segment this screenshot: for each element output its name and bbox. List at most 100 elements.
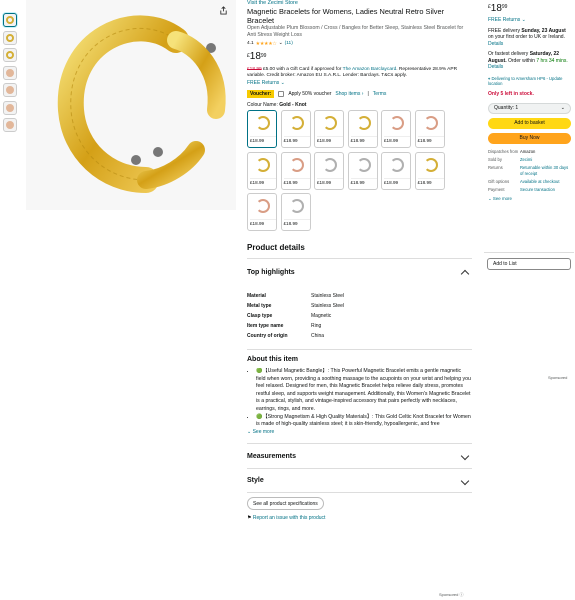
- thumbnail[interactable]: [3, 65, 17, 80]
- about-see-more[interactable]: ⌄ See more: [247, 429, 472, 435]
- buy-box: £ 18 99 FREE Returns ⌄ FREE delivery Sun…: [484, 0, 574, 282]
- buybox-returns-link[interactable]: FREE Returns ⌄: [488, 17, 572, 24]
- meta-value[interactable]: Returnable within 30 days of receipt: [520, 165, 572, 176]
- main-product-image[interactable]: [26, 0, 236, 210]
- product-subtitle: Open Adjustable Plum Blossom / Cross / B…: [247, 25, 464, 38]
- bracelet-image: [57, 15, 226, 193]
- bracelet-thumbnail: [289, 116, 304, 131]
- swatch-price: £18.99: [384, 136, 410, 143]
- flag-icon: ⚑: [247, 515, 252, 521]
- spec-value: Ring: [311, 323, 322, 329]
- meta-row: Payment Secure transaction: [488, 187, 572, 192]
- chevron-down-icon: ⌄: [488, 195, 492, 201]
- colour-swatch[interactable]: £18.99: [280, 151, 311, 190]
- colour-swatch[interactable]: £18.99: [247, 193, 277, 232]
- swatch-price: £18.99: [283, 177, 310, 185]
- thumbnail[interactable]: [3, 83, 17, 97]
- thumbnail[interactable]: [3, 13, 17, 27]
- chevron-down-icon: ⌄: [521, 17, 526, 23]
- colour-swatch[interactable]: £18.99: [247, 151, 277, 190]
- spec-key: Item type name: [247, 323, 284, 329]
- meta-key: Returns: [488, 165, 503, 171]
- buybox-price: £ 18 99: [488, 3, 574, 14]
- bracelet-thumbnail: [390, 116, 404, 131]
- spec-row: Material Stainless Steel: [247, 291, 472, 301]
- buy-now-button[interactable]: Buy Now: [488, 132, 571, 144]
- voucher-shop-items-link[interactable]: Shop items ›: [335, 91, 363, 97]
- colour-swatch[interactable]: £18.99: [381, 110, 411, 149]
- bracelet-thumbnail: [390, 157, 404, 172]
- add-to-basket-button[interactable]: Add to basket: [488, 117, 571, 129]
- chevron-down-icon: [460, 476, 470, 485]
- sponsored-text: Sponsored: [439, 592, 459, 597]
- rating-value: 4.1: [247, 41, 254, 47]
- spec-table: Material Stainless Steel Metal type Stainle…: [247, 291, 472, 341]
- delivery-location[interactable]: ⌖ Delivering to Amersham HP6 - Update lo…: [488, 76, 572, 87]
- thumbnail[interactable]: [3, 100, 17, 115]
- promo-text: £5.00 with a Gift Card if approved for: [263, 66, 342, 72]
- swatch-price: £18.99: [417, 177, 444, 185]
- report-issue-link[interactable]: Report an issue with this product: [253, 515, 326, 521]
- buybox-see-more[interactable]: ⌄ See more: [488, 196, 572, 203]
- colour-swatch[interactable]: £18.99: [314, 151, 344, 190]
- swatch-price: £18.99: [350, 177, 377, 185]
- location-text: Delivering to Amersham HP6 - Update loca…: [488, 75, 563, 86]
- rating-count[interactable]: (11): [285, 41, 293, 46]
- share-icon[interactable]: [219, 6, 228, 15]
- store-link[interactable]: Visit the Zecimi Store: [247, 0, 472, 7]
- swatch-price: £18.99: [350, 136, 377, 143]
- colour-label: Colour Name: Gold - Knot: [247, 102, 472, 108]
- chevron-down-icon: ⌄: [247, 429, 252, 435]
- about-bullet: 🟢【Useful Magnetic Bangle】: This Powerful…: [256, 368, 472, 414]
- bracelet-thumbnail: [256, 199, 270, 214]
- voucher-terms-link[interactable]: Terms: [373, 91, 387, 97]
- colour-swatch[interactable]: £18.99: [280, 110, 311, 149]
- bracelet-thumbnail: [289, 157, 304, 172]
- colour-swatch[interactable]: £18.99: [414, 151, 445, 190]
- meta-value[interactable]: Secure transaction: [520, 187, 572, 192]
- all-specs-button[interactable]: See all product specifications: [247, 497, 324, 510]
- credit-promo: £18.99 £5.00 with a Gift Card if approve…: [247, 67, 472, 80]
- spec-key: Material: [247, 293, 266, 299]
- thumbnail[interactable]: [3, 30, 17, 45]
- style-toggle[interactable]: Style: [247, 469, 472, 493]
- chevron-down-icon: ⌄: [560, 105, 565, 112]
- add-to-list-button[interactable]: Add to List: [487, 258, 571, 270]
- delivery-details-link[interactable]: Details: [488, 41, 503, 47]
- fastest-mid: Order within: [508, 57, 535, 64]
- buybox-price-fraction: 99: [501, 4, 508, 10]
- top-highlights-toggle[interactable]: Top highlights: [247, 259, 472, 285]
- thumbnail[interactable]: [3, 48, 17, 62]
- colour-swatch[interactable]: £18.99: [381, 151, 411, 190]
- meta-value[interactable]: Available at checkout: [520, 179, 572, 184]
- fastest-delivery: Or fastest delivery Saturday, 22 August.…: [488, 51, 572, 71]
- quantity-select[interactable]: Quantity: 1 ⌄: [488, 102, 571, 114]
- rating[interactable]: 4.1 ★★★★☆ ⌄ (11): [247, 41, 472, 47]
- price: £ 18 99: [247, 51, 472, 62]
- colour-swatch[interactable]: £18.99: [280, 193, 311, 232]
- meta-value[interactable]: Zecimi: [520, 157, 572, 162]
- barclaycard-link[interactable]: The Amazon Barclaycard: [343, 67, 397, 72]
- swatch-price: £18.99: [283, 219, 310, 226]
- delivery-day: Sunday, 23 August: [521, 27, 566, 34]
- colour-swatch[interactable]: £18.99: [347, 110, 378, 149]
- colour-swatch[interactable]: £18.99: [347, 151, 378, 190]
- price-fraction: 99: [260, 52, 267, 59]
- voucher-text: Apply 50% voucher: [288, 91, 332, 98]
- product-details-heading: Product details: [247, 243, 472, 259]
- colour-swatch[interactable]: £18.99: [247, 110, 277, 149]
- fastest-details-link[interactable]: Details: [488, 64, 503, 70]
- meta-value: Amazon: [520, 148, 536, 154]
- free-returns-link[interactable]: FREE Returns ⌄: [247, 80, 472, 86]
- chevron-down-icon: ⌄: [280, 80, 285, 87]
- spec-row: Country of origin China: [247, 331, 472, 341]
- thumbnail-image: [6, 33, 14, 42]
- voucher-checkbox[interactable]: [278, 91, 285, 98]
- thumbnail[interactable]: [3, 118, 17, 132]
- measurements-toggle[interactable]: Measurements: [247, 443, 472, 469]
- colour-swatch[interactable]: £18.99: [414, 110, 445, 149]
- spec-key: Country of origin: [247, 333, 288, 339]
- report-issue[interactable]: ⚑ Report an issue with this product: [247, 515, 472, 521]
- colour-swatch[interactable]: £18.99: [314, 110, 344, 149]
- meta-key: Gift options: [488, 179, 510, 184]
